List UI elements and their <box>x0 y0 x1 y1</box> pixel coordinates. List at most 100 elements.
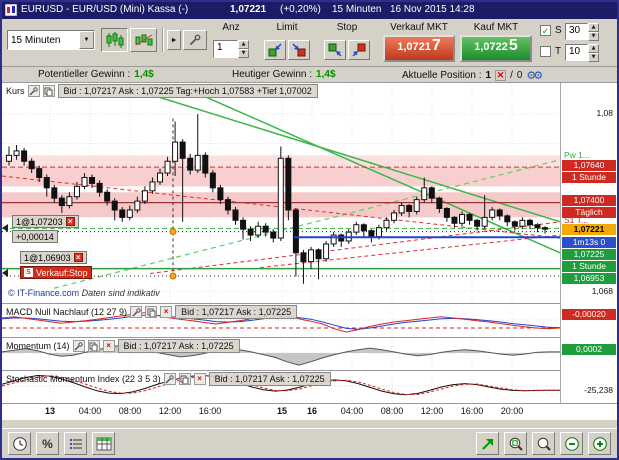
stop-order-box[interactable]: 1@1,06903 × <box>20 251 87 264</box>
momentum-copy-button[interactable] <box>88 340 100 352</box>
zoom-reset-button[interactable] <box>532 432 555 455</box>
s-value[interactable]: 30 <box>565 23 588 40</box>
stochastic-copy-button[interactable] <box>179 373 191 385</box>
anz-stepper[interactable]: 1 ▲ ▼ <box>213 40 249 58</box>
s-stepper[interactable]: 30 ▲ ▼ <box>565 23 599 40</box>
macd-copy-button[interactable] <box>145 306 157 318</box>
zoom-out-icon <box>564 436 580 452</box>
position-marker-arrow <box>2 269 8 277</box>
s-label: S <box>555 25 562 36</box>
t-value[interactable]: 10 <box>565 44 588 61</box>
t-decrement[interactable]: ▼ <box>588 53 599 62</box>
target-checkbox[interactable] <box>540 46 551 57</box>
time-tick: 08:00 <box>381 406 404 416</box>
chart-style-candles-button[interactable] <box>101 28 128 52</box>
stop-order-label: 1@1,06903 <box>24 253 71 263</box>
s-decrement[interactable]: ▼ <box>588 32 599 41</box>
anz-increment[interactable]: ▲ <box>238 40 249 49</box>
price-chart-panel: Kurs Bid : 1,07217 Ask : 1,07225 Tag:+Ho… <box>2 83 560 303</box>
today-gain-label: Heutiger Gewinn : <box>232 69 312 80</box>
anz-value[interactable]: 1 <box>213 40 238 58</box>
macd-title: MACD Null Nachlauf (12 27 9) <box>6 307 127 317</box>
settings-gears-icon[interactable]: ⚙⚙ <box>526 69 540 82</box>
close-position-icon[interactable]: ✕ <box>495 70 506 81</box>
chart-style-line-button[interactable] <box>130 28 157 52</box>
potential-gain-value: 1,4$ <box>134 69 153 80</box>
percent-button[interactable]: % <box>36 432 59 455</box>
chevron-down-icon[interactable]: ▼ <box>79 31 94 49</box>
last-price-badge: 1,07221 <box>562 224 616 235</box>
check-icon: ✓ <box>542 27 550 37</box>
table-button[interactable] <box>92 432 115 455</box>
timeframe-select[interactable]: 15 Minuten ▼ <box>7 30 95 50</box>
close-icon[interactable]: × <box>66 217 75 226</box>
stop-level-price-badge: 1,06953 <box>562 273 616 284</box>
sell-limit-button[interactable] <box>288 40 310 60</box>
buy-price-big-digit: 5 <box>509 37 518 55</box>
stop-order-tag[interactable]: S Verkauf:Stop <box>20 266 92 279</box>
panel-separator <box>2 370 617 371</box>
momentum-value-badge: 0,0002 <box>562 344 616 355</box>
percent-icon: % <box>42 437 53 451</box>
sell-stop-icon <box>352 43 366 57</box>
sell-stop-button[interactable] <box>348 40 370 60</box>
stop-checkbox[interactable]: ✓ <box>540 25 551 36</box>
title-change: (+0,20%) <box>280 4 321 15</box>
close-icon[interactable]: × <box>74 253 83 262</box>
sell-market-button[interactable]: 1,0721 7 <box>383 35 455 62</box>
price-chart-title: Kurs <box>6 86 25 96</box>
sell-price: 1,0721 <box>397 41 431 53</box>
app-icon <box>5 4 17 16</box>
macd-settings-button[interactable] <box>130 306 142 318</box>
stop-order-type: Verkauf:Stop <box>36 268 88 278</box>
macd-panel: MACD Null Nachlauf (12 27 9) × Bid : 1,0… <box>2 304 560 337</box>
buy-market-button[interactable]: 1,0722 5 <box>460 35 532 62</box>
provider-name: © IT-Finance.com <box>8 288 79 298</box>
t-stepper[interactable]: 10 ▲ ▼ <box>565 44 599 61</box>
copy-icon <box>44 87 53 96</box>
candle-countdown-badge: 1m13s 0 <box>562 237 616 248</box>
stochastic-close-button[interactable]: × <box>194 373 206 385</box>
time-axis[interactable]: 1304:0008:0012:0016:00151604:0008:0012:0… <box>2 403 617 419</box>
zoom-select-button[interactable] <box>504 432 527 455</box>
sell-market-label: Verkauf MKT <box>383 22 455 33</box>
toolbar-divider <box>162 28 164 52</box>
stochastic-settings-button[interactable] <box>164 373 176 385</box>
clock-button[interactable] <box>8 432 31 455</box>
list-button[interactable] <box>64 432 87 455</box>
copyright-note: © IT-Finance.com Daten sind indikativ <box>8 288 160 298</box>
expand-toolbar-button[interactable]: ► <box>167 30 181 50</box>
t-increment[interactable]: ▲ <box>588 44 599 53</box>
time-tick: 16:00 <box>461 406 484 416</box>
chart-settings-button[interactable] <box>183 30 207 50</box>
buy-limit-button[interactable] <box>264 40 286 60</box>
macd-close-button[interactable]: × <box>160 306 172 318</box>
resistance2-price-badge: 1,07400 <box>562 195 616 206</box>
time-tick: 16 <box>307 406 317 416</box>
wrench-icon <box>74 342 83 351</box>
zoom-in-button[interactable] <box>588 432 611 455</box>
magnifier-icon <box>536 436 552 452</box>
divider-strip <box>2 419 617 428</box>
price-chart-settings-button[interactable] <box>28 85 40 97</box>
limit-label: Limit <box>264 22 310 33</box>
detach-chart-button[interactable] <box>476 432 499 455</box>
buy-stop-icon <box>328 43 342 57</box>
anz-label: Anz <box>213 22 249 33</box>
title-datetime: 16 Nov 2015 14:28 <box>390 4 475 15</box>
buy-stop-button[interactable] <box>324 40 346 60</box>
time-tick: 20:00 <box>501 406 524 416</box>
disclaimer-text: Daten sind indikativ <box>82 288 160 298</box>
zoom-out-button[interactable] <box>560 432 583 455</box>
open-position-box[interactable]: 1@1,07203 × <box>12 215 79 228</box>
momentum-settings-button[interactable] <box>73 340 85 352</box>
momentum-close-button[interactable]: × <box>103 340 115 352</box>
anz-decrement[interactable]: ▼ <box>238 49 249 58</box>
green-level-name-badge: 1 Stunde <box>562 261 616 272</box>
price-chart-copy-button[interactable] <box>43 85 55 97</box>
price-axis[interactable]: 1,08 Pw 1... 1,07640 1 Stunde 1,07400 Tä… <box>560 83 617 403</box>
buy-market-label: Kauf MKT <box>460 22 532 33</box>
s-increment[interactable]: ▲ <box>588 23 599 32</box>
titlebar[interactable]: EURUSD - EUR/USD (Mini) Kassa (-) 1,0722… <box>2 2 617 19</box>
position-pnl-box: +0,00014 <box>12 230 58 243</box>
